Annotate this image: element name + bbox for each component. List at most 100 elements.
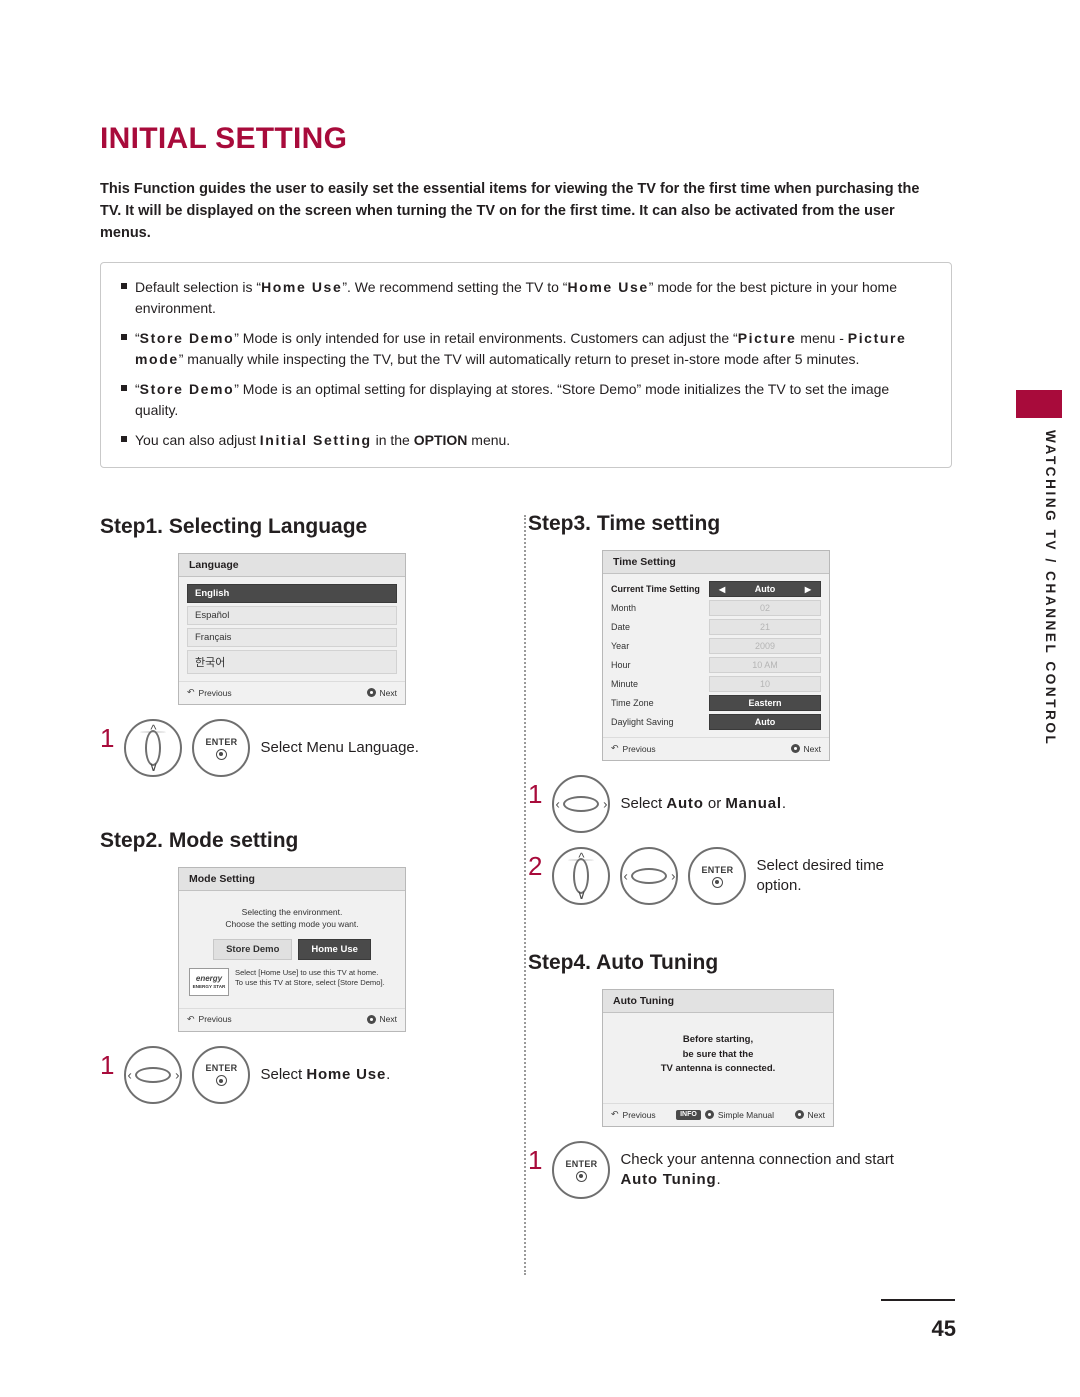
energy-star-brand: energy [195, 973, 223, 983]
step3-instruction-text-1: Select Auto or Manual. [620, 794, 786, 814]
time-row-hour[interactable]: Hour 10 AM [611, 657, 821, 673]
page-number: 45 [931, 1316, 956, 1341]
mode-setting-description: Selecting the environment. Choose the se… [191, 906, 393, 931]
time-row-month-value: 02 [709, 600, 821, 616]
step3-instr1-mid: or [703, 794, 726, 812]
time-row-current-value-box[interactable]: ◀ Auto ▶ [709, 581, 821, 597]
mode-previous-button[interactable]: ↶ Previous [187, 1014, 232, 1025]
leftright-key-icon[interactable]: ‹ › [552, 775, 611, 833]
chevron-right-icon: › [603, 796, 608, 812]
chevron-left-icon: ‹ [127, 1067, 132, 1083]
step4-instruction-text: Check your antenna connection and start … [620, 1150, 894, 1191]
mode-next-label: Next [379, 1014, 397, 1025]
store-demo-button[interactable]: Store Demo [213, 938, 293, 960]
enter-key-icon[interactable]: ENTER [552, 1141, 611, 1200]
chevron-up-icon: ^ [150, 722, 157, 737]
mode-setting-buttons: Store Demo Home Use [187, 938, 397, 960]
simple-manual-label: Simple Manual [717, 1109, 775, 1120]
language-option-espanol[interactable]: Español [187, 606, 397, 625]
page-title: INITIAL SETTING [100, 122, 348, 155]
bullet-text-run: Home Use [567, 279, 649, 296]
time-setting-osd-footer: ↶ Previous Next [603, 737, 829, 760]
time-next-button[interactable]: Next [790, 744, 821, 754]
step4-heading: Step4. Auto Tuning [528, 951, 948, 975]
auto-tuning-line2: be sure that the [682, 1048, 754, 1060]
step2-heading-number: Step2. [100, 829, 164, 852]
right-column: Step3. Time setting Time Setting Current… [528, 512, 948, 1200]
language-next-label: Next [379, 687, 397, 698]
chevron-right-icon: › [175, 1067, 180, 1083]
step3-instruction-row-1: 1 ‹ › Select Auto or Manual. [528, 775, 948, 833]
bullet-item: “Store Demo” Mode is an optimal setting … [115, 379, 933, 421]
time-row-year[interactable]: Year 2009 [611, 638, 821, 654]
energy-star-text-line2: To use this TV at Store, select [Store D… [235, 977, 385, 987]
bullet-item: “Store Demo” Mode is only intended for u… [115, 328, 933, 370]
step1-instruction-number: 1 [100, 723, 115, 753]
chevron-right-icon[interactable]: ▶ [800, 585, 816, 594]
bullet-text-run: Initial Setting [259, 432, 372, 449]
key-outline [135, 1066, 172, 1083]
language-next-button[interactable]: Next [366, 687, 397, 698]
language-option-francais[interactable]: Français [187, 628, 397, 647]
time-row-current[interactable]: Current Time Setting ◀ Auto ▶ [611, 581, 821, 597]
side-tab: WATCHING TV / CHANNEL CONTROL [1016, 390, 1062, 890]
step2-instruction-pre: Select [260, 1065, 307, 1083]
mode-setting-osd-body: Selecting the environment. Choose the se… [179, 891, 405, 1008]
enter-key-icon[interactable]: ENTER [192, 719, 251, 777]
language-osd-panel: Language English Español Français 한국어 ↶ … [178, 553, 406, 705]
simple-manual-button[interactable]: INFO Simple Manual [676, 1109, 775, 1120]
time-setting-osd-body: Current Time Setting ◀ Auto ▶ Month 02 D… [603, 574, 829, 737]
leftright-key-icon[interactable]: ‹ › [124, 1045, 183, 1104]
time-row-minute-value: 10 [709, 676, 821, 692]
language-option-english[interactable]: English [187, 584, 397, 603]
language-osd-footer: ↶ Previous Next [179, 681, 405, 704]
chevron-left-icon[interactable]: ◀ [714, 585, 730, 594]
time-row-date[interactable]: Date 21 [611, 619, 821, 635]
bullet-text-run: Store Demo [139, 330, 235, 347]
auto-tuning-osd-footer: ↶ Previous INFO Simple Manual Next [603, 1103, 833, 1126]
updown-key-icon[interactable]: ^ ∨ [552, 847, 611, 905]
time-row-daylight[interactable]: Daylight Saving Auto [611, 714, 821, 730]
step3-instruction-text-2: Select desired time option. [756, 856, 885, 894]
leftright-key-icon[interactable]: ‹ › [620, 847, 679, 905]
step3-instruction-number-1: 1 [528, 779, 543, 809]
chevron-down-icon: ∨ [576, 887, 587, 902]
enter-key-icon[interactable]: ENTER [192, 1045, 251, 1104]
home-use-button[interactable]: Home Use [298, 938, 371, 960]
step3-heading-number: Step3. [528, 512, 592, 535]
chevron-left-icon: ‹ [623, 868, 628, 884]
enter-dot-icon [794, 1110, 804, 1120]
step3-instruction-row-2: 2 ^ ∨ ‹ › ENTER Select desired time opti… [528, 847, 948, 905]
updown-key-icon[interactable]: ^ ∨ [124, 719, 183, 777]
enter-dot-icon [575, 1170, 587, 1182]
time-row-date-label: Date [611, 622, 631, 632]
key-outline [563, 796, 600, 812]
time-setting-osd-panel: Time Setting Current Time Setting ◀ Auto… [602, 550, 830, 761]
energy-star-text: Select [Home Use] to use this TV at home… [235, 968, 385, 989]
step2-instruction-text: Select Home Use. [260, 1065, 390, 1085]
language-previous-button[interactable]: ↶ Previous [187, 687, 232, 698]
step2-heading-text: Mode setting [163, 829, 299, 852]
time-row-minute[interactable]: Minute 10 [611, 676, 821, 692]
bullet-text-run: OPTION [413, 432, 468, 449]
bullet-item: You can also adjust Initial Setting in t… [115, 430, 933, 451]
language-previous-label: Previous [198, 687, 232, 698]
enter-key-icon[interactable]: ENTER [688, 847, 747, 905]
auto-previous-label: Previous [622, 1109, 656, 1120]
time-row-month[interactable]: Month 02 [611, 600, 821, 616]
auto-previous-button[interactable]: ↶ Previous [611, 1109, 656, 1120]
mode-previous-label: Previous [198, 1014, 232, 1025]
auto-next-button[interactable]: Next [794, 1110, 825, 1120]
chevron-right-icon: › [671, 868, 676, 884]
auto-tuning-line3: TV antenna is connected. [660, 1063, 776, 1075]
footer-rule [881, 1299, 955, 1301]
time-previous-button[interactable]: ↶ Previous [611, 743, 656, 754]
step3-instr1-key-auto: Auto [666, 794, 704, 812]
step2-instruction-post: . [386, 1065, 391, 1083]
language-option-korean[interactable]: 한국어 [187, 650, 397, 674]
time-row-month-label: Month [611, 603, 637, 613]
enter-key-label: ENTER [701, 864, 734, 875]
step2-heading: Step2. Mode setting [100, 829, 520, 853]
time-row-timezone[interactable]: Time Zone Eastern [611, 695, 821, 711]
mode-next-button[interactable]: Next [366, 1014, 397, 1025]
